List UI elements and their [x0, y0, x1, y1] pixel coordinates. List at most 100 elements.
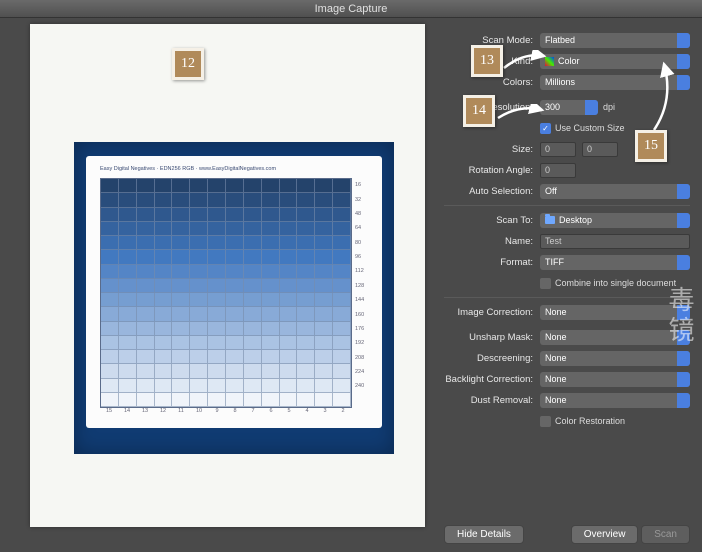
- grid-cell: [315, 336, 333, 350]
- grid-cell: [190, 350, 208, 364]
- grid-cell: [297, 350, 315, 364]
- overview-button[interactable]: Overview: [571, 525, 639, 544]
- grid-cell: [119, 364, 137, 378]
- grid-cell: [280, 307, 298, 321]
- grid-cell: [155, 250, 173, 264]
- grid-cell: [244, 364, 262, 378]
- row-label: 240: [352, 379, 368, 393]
- grid-cell: [280, 393, 298, 407]
- grid-cell: [190, 307, 208, 321]
- grid-cell: [333, 364, 351, 378]
- rotation-input[interactable]: [540, 163, 576, 178]
- grid-cell: [297, 336, 315, 350]
- grid-cell: [280, 379, 298, 393]
- grid-cell: [155, 179, 173, 193]
- col-label: 15: [100, 408, 118, 422]
- row-label: 224: [352, 365, 368, 379]
- grid-cell: [172, 393, 190, 407]
- label-auto-selection: Auto Selection:: [444, 186, 540, 197]
- grid-cell: [155, 393, 173, 407]
- cyanotype-sheet: Easy Digital Negatives · EDN256 RGB · ww…: [74, 142, 394, 454]
- grid-cell: [190, 265, 208, 279]
- resolution-select[interactable]: 300: [540, 100, 598, 115]
- grid-cell: [208, 322, 226, 336]
- label-format: Format:: [444, 257, 540, 268]
- hide-details-button[interactable]: Hide Details: [444, 525, 524, 544]
- grid-cell: [262, 322, 280, 336]
- grid-cell: [280, 350, 298, 364]
- grid-cell: [137, 265, 155, 279]
- name-input[interactable]: [540, 234, 690, 249]
- dust-select[interactable]: None: [540, 393, 690, 408]
- color-restoration-checkbox[interactable]: [540, 416, 551, 427]
- label-scan-to: Scan To:: [444, 215, 540, 226]
- scan-button[interactable]: Scan: [641, 525, 690, 544]
- grid-cell: [208, 379, 226, 393]
- callout-15: 15: [635, 130, 667, 162]
- grid-cell: [226, 364, 244, 378]
- use-custom-size-checkbox[interactable]: ✓: [540, 123, 551, 134]
- descreen-select[interactable]: None: [540, 351, 690, 366]
- size-width-input[interactable]: [540, 142, 576, 157]
- grid-cell: [262, 307, 280, 321]
- row-label: 128: [352, 279, 368, 293]
- scan-preview[interactable]: Easy Digital Negatives · EDN256 RGB · ww…: [30, 24, 425, 527]
- grid-cell: [190, 208, 208, 222]
- grid-cell: [101, 265, 119, 279]
- grid-cell: [333, 265, 351, 279]
- grid-cell: [119, 208, 137, 222]
- grid-cell: [244, 265, 262, 279]
- grid-cell: [226, 322, 244, 336]
- grid-cell: [297, 193, 315, 207]
- grid-cell: [172, 279, 190, 293]
- grid-cell: [315, 307, 333, 321]
- grid-cell: [101, 250, 119, 264]
- label-name: Name:: [444, 236, 540, 247]
- grid-cell: [333, 322, 351, 336]
- calibration-grid: 163248648096112128144160176192208224240: [100, 178, 368, 408]
- col-label: 13: [136, 408, 154, 422]
- grid-cell: [101, 293, 119, 307]
- size-height-input[interactable]: [582, 142, 618, 157]
- grid-cell: [172, 265, 190, 279]
- kind-select[interactable]: Color: [540, 54, 690, 69]
- grid-cell: [280, 250, 298, 264]
- grid-col-labels: 15141312111098765432: [100, 408, 352, 422]
- format-select[interactable]: TIFF: [540, 255, 690, 270]
- grid-cell: [280, 322, 298, 336]
- auto-selection-select[interactable]: Off: [540, 184, 690, 199]
- grid-cell: [208, 236, 226, 250]
- row-label: 80: [352, 236, 368, 250]
- grid-cell: [226, 265, 244, 279]
- col-label: 4: [298, 408, 316, 422]
- combine-checkbox[interactable]: [540, 278, 551, 289]
- grid-cell: [208, 336, 226, 350]
- label-descreen: Descreening:: [444, 353, 540, 364]
- grid-cell: [190, 336, 208, 350]
- grid-cell: [315, 250, 333, 264]
- col-label: 14: [118, 408, 136, 422]
- col-label: 11: [172, 408, 190, 422]
- grid-cell: [155, 265, 173, 279]
- label-image-correction: Image Correction:: [444, 307, 540, 318]
- grid-cell: [155, 222, 173, 236]
- grid-cell: [101, 364, 119, 378]
- grid-cell: [244, 250, 262, 264]
- grid-cell: [137, 393, 155, 407]
- grid-cell: [172, 222, 190, 236]
- label-rotation: Rotation Angle:: [444, 165, 540, 176]
- grid-cell: [315, 379, 333, 393]
- col-label: 2: [334, 408, 352, 422]
- colors-select[interactable]: Millions: [540, 75, 690, 90]
- col-label: 3: [316, 408, 334, 422]
- backlight-select[interactable]: None: [540, 372, 690, 387]
- color-restoration-label: Color Restoration: [555, 416, 625, 426]
- scan-mode-select[interactable]: Flatbed: [540, 33, 690, 48]
- scan-to-select[interactable]: Desktop: [540, 213, 690, 228]
- grid-cell: [155, 307, 173, 321]
- grid-cell: [315, 265, 333, 279]
- grid-cell: [119, 379, 137, 393]
- grid-cell: [208, 179, 226, 193]
- grid-cell: [315, 322, 333, 336]
- dpi-label: dpi: [603, 102, 615, 112]
